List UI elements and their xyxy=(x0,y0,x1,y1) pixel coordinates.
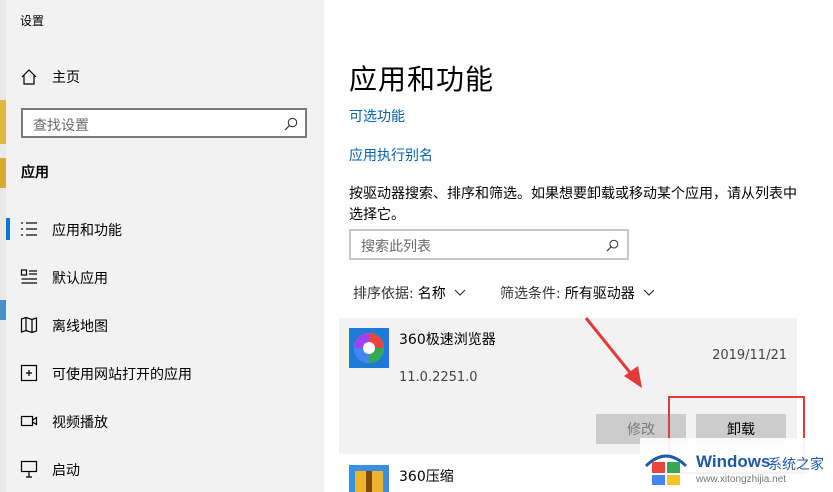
app-list-search-input[interactable]: 搜索此列表 xyxy=(349,229,629,260)
sidebar-item-apps-features[interactable]: 应用和功能 xyxy=(6,210,324,248)
filter-label: 筛选条件: xyxy=(500,286,561,302)
app-install-date: 2019/11/21 xyxy=(712,348,787,363)
active-indicator xyxy=(6,218,10,240)
app-version: 11.0.2251.0 xyxy=(399,370,478,385)
optional-features-link[interactable]: 可选功能 xyxy=(349,106,405,126)
app-execution-alias-link[interactable]: 应用执行别名 xyxy=(349,145,433,165)
sidebar-item-default-apps[interactable]: 默认应用 xyxy=(6,258,324,296)
chevron-down-icon xyxy=(454,289,466,296)
sidebar-item-startup[interactable]: 启动 xyxy=(6,450,324,488)
sidebar-item-label: 应用和功能 xyxy=(52,223,122,239)
watermark-site: 系统之家 xyxy=(768,457,824,473)
settings-search-input[interactable]: 查找设置 xyxy=(21,108,307,138)
chevron-down-icon xyxy=(643,289,655,296)
watermark-brand: Windows xyxy=(696,452,771,471)
filter-dropdown[interactable]: 筛选条件: 所有驱动器 xyxy=(500,283,655,303)
app-list-item-selected[interactable]: 360极速浏览器 2019/11/21 11.0.2251.0 修改 卸载 xyxy=(339,318,797,454)
app-name: 360极速浏览器 xyxy=(399,332,496,348)
archive-app-icon xyxy=(349,465,389,492)
sidebar-item-label: 默认应用 xyxy=(52,271,108,287)
sidebar-item-label: 启动 xyxy=(52,463,80,479)
sort-label: 排序依据: xyxy=(353,286,414,302)
description-text: 按驱动器搜索、排序和筛选。如果想要卸载或移动某个应用，请从列表中选择它。 xyxy=(349,186,797,223)
offline-map-icon xyxy=(20,316,38,334)
sidebar-item-website-apps[interactable]: 可使用网站打开的应用 xyxy=(6,354,324,392)
nav-home[interactable]: 主页 xyxy=(20,66,80,88)
sidebar-item-label: 可使用网站打开的应用 xyxy=(52,367,192,383)
browser-app-icon xyxy=(349,328,389,368)
sort-dropdown[interactable]: 排序依据: 名称 xyxy=(353,283,466,303)
sidebar-item-offline-maps[interactable]: 离线地图 xyxy=(6,306,324,344)
watermark-url: www.xitongzhijia.net xyxy=(696,474,787,485)
apps-list-icon xyxy=(21,222,37,236)
watermark: Windows 系统之家 www.xitongzhijia.net xyxy=(640,438,833,492)
sidebar-item-label: 离线地图 xyxy=(52,319,108,335)
nav-home-label: 主页 xyxy=(52,70,80,86)
settings-search-placeholder: 查找设置 xyxy=(33,118,89,134)
sort-value: 名称 xyxy=(417,286,446,302)
app-list-search-placeholder: 搜索此列表 xyxy=(361,239,431,255)
home-icon xyxy=(21,69,37,85)
sidebar-item-video-playback[interactable]: 视频播放 xyxy=(6,402,324,440)
window-title: 设置 xyxy=(20,14,45,28)
windows-logo-icon xyxy=(644,454,688,485)
search-icon[interactable] xyxy=(284,117,298,131)
website-apps-icon xyxy=(20,364,38,382)
page-title: 应用和功能 xyxy=(349,63,495,96)
section-title-apps: 应用 xyxy=(21,165,49,181)
video-icon xyxy=(20,415,38,427)
sidebar-item-label: 视频播放 xyxy=(52,415,108,431)
search-icon[interactable] xyxy=(606,239,619,252)
filter-value: 所有驱动器 xyxy=(564,286,635,302)
startup-icon xyxy=(20,460,38,478)
default-apps-icon xyxy=(20,269,37,284)
main-content: 应用和功能 可选功能 应用执行别名 按驱动器搜索、排序和筛选。如果想要卸载或移动… xyxy=(324,0,833,492)
settings-sidebar: 设置 主页 查找设置 应用 应用和功能 默认应用 离线地图 可使用网站打开的应用… xyxy=(6,0,324,492)
app-name: 360压缩 xyxy=(399,469,454,485)
